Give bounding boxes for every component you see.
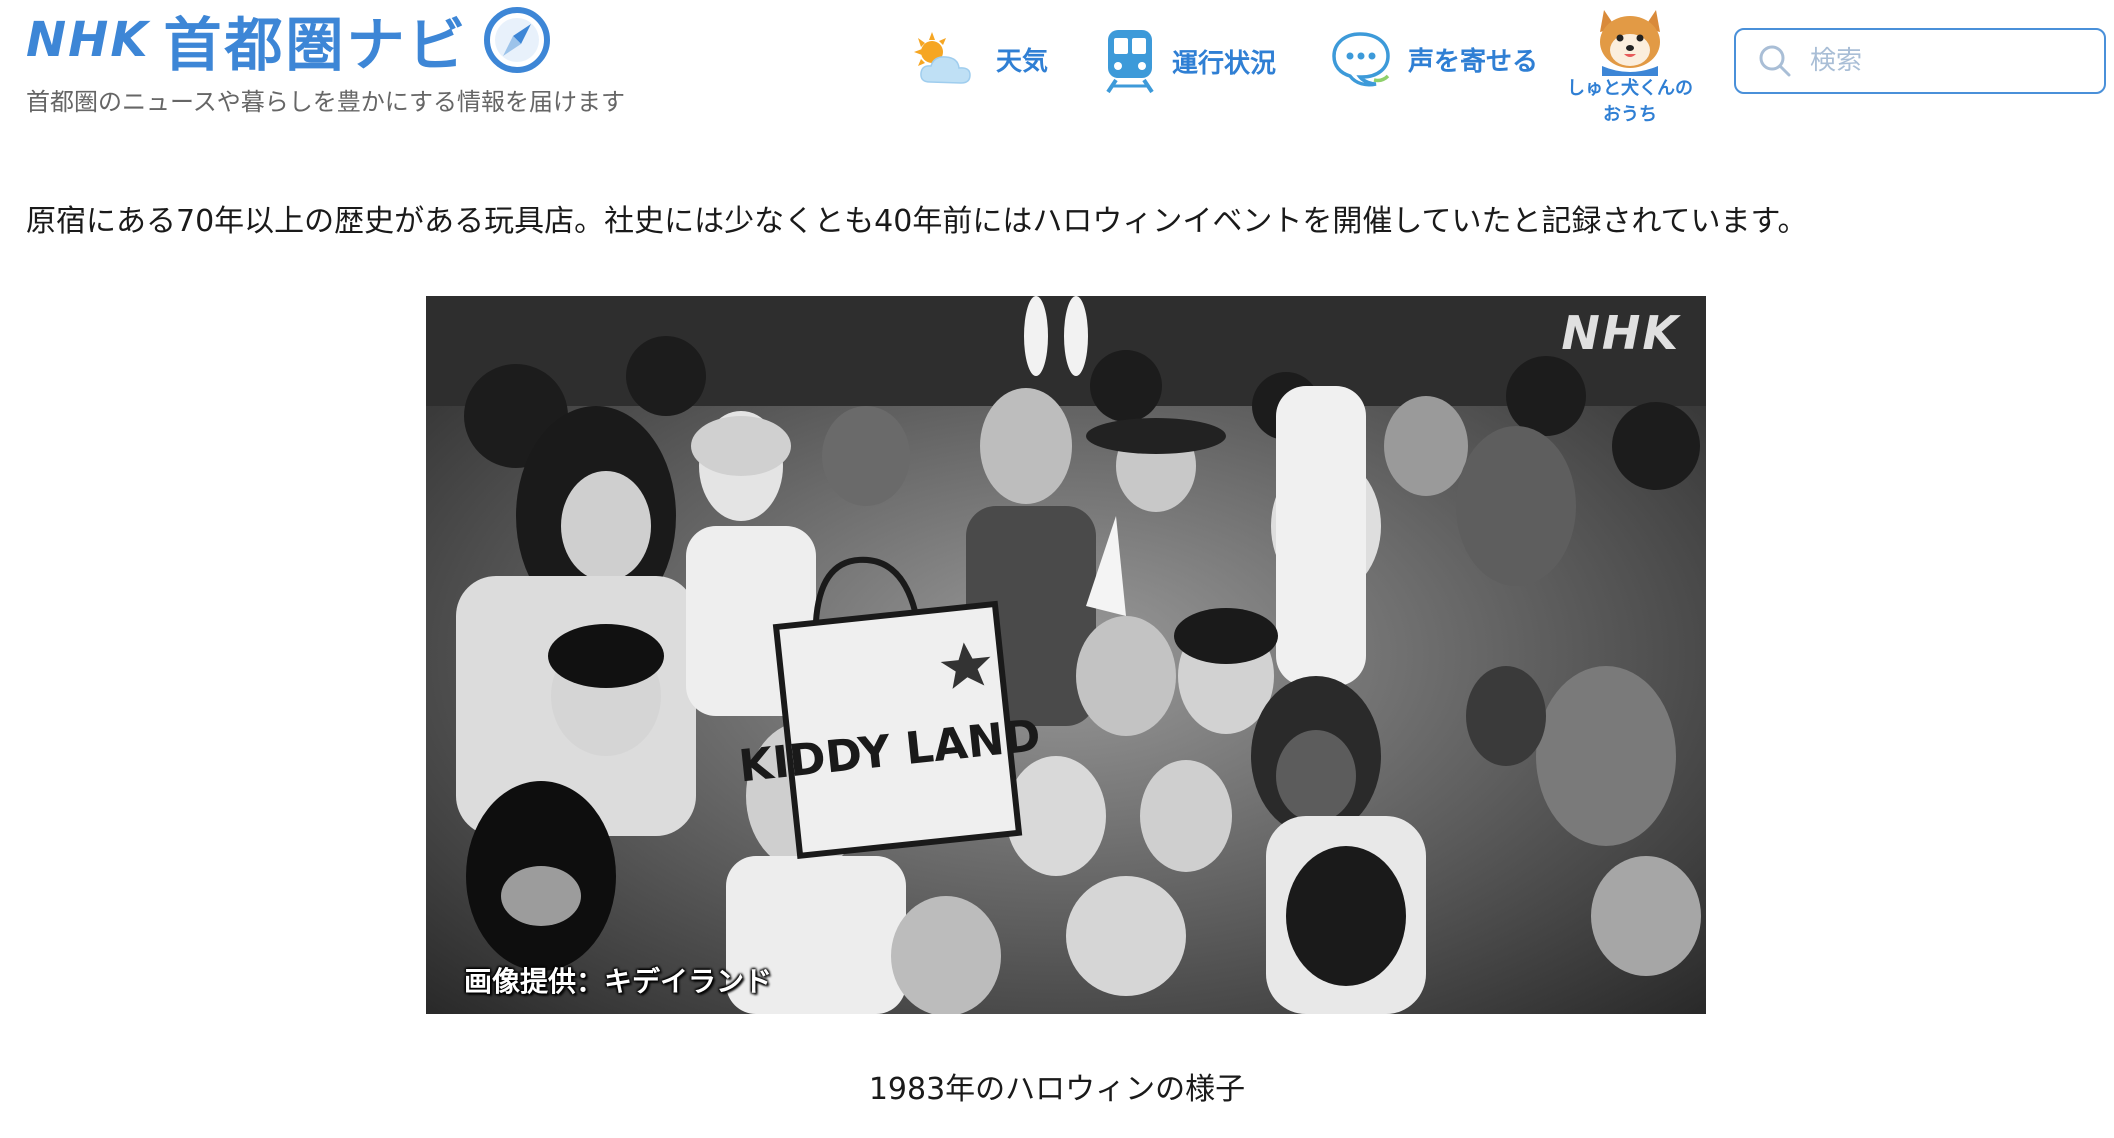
nav-voice-label: 声を寄せる [1408,46,1539,77]
article-photo: KIDDY LAND NHK 画像提供：キデイランド [426,296,1706,1014]
train-icon [1106,30,1154,94]
weather-icon [914,32,971,84]
nav-traffic[interactable]: 運行状況 [1104,28,1276,94]
nav-weather-label: 天気 [996,46,1049,77]
nhk-watermark: NHK [1561,306,1680,360]
chat-bubble-icon [1332,32,1390,87]
nav-shuto-label-line1: しゅと犬くんの [1567,78,1693,99]
nav-shuto-inu-house[interactable]: しゅと犬くんの おうち [1560,0,1700,128]
shiba-dog-icon [1600,10,1660,76]
nav-voice[interactable]: 声を寄せる [1330,30,1538,88]
article-lead-text: 原宿にある70年以上の歴史がある玩具店。社史には少なくとも40年前にはハロウィン… [26,204,1808,239]
nav-weather[interactable]: 天気 [906,28,1048,90]
nav-shuto-label-line2: おうち [1603,104,1657,125]
nhk-logo: NHK [26,12,150,68]
photo-caption: 1983年のハロウィンの様子 [868,1072,1246,1107]
site-header: NHK 首都圏ナビ 首都圏のニュースや暮らしを豊かにする情報を届けます 天気 運… [0,0,2114,135]
search-icon [1759,45,1791,77]
photo-credit: 画像提供：キデイランド [464,965,773,998]
site-title: 首都圏ナビ [163,11,469,79]
site-logo[interactable]: NHK 首都圏ナビ [26,0,551,80]
halloween-crowd-photo: KIDDY LAND [426,296,1706,1014]
nav-traffic-label: 運行状況 [1172,48,1277,79]
search-input[interactable] [1808,45,2078,77]
site-tagline: 首都圏のニュースや暮らしを豊かにする情報を届けます [26,88,626,116]
compass-icon [483,7,550,73]
search-box[interactable] [1734,28,2106,94]
